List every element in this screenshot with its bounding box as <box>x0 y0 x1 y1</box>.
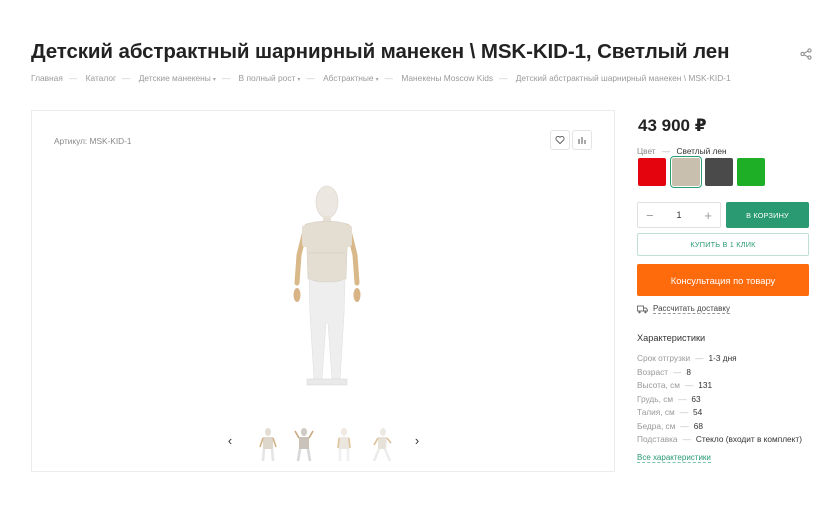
spec-row: Высота, см — 131 <box>637 380 712 390</box>
gallery-prev-button[interactable]: ‹ <box>225 434 235 447</box>
gallery-next-button[interactable]: › <box>412 434 422 447</box>
gallery-thumbnail[interactable] <box>254 427 282 463</box>
spec-value: 1-3 дня <box>708 353 737 363</box>
spec-value: 131 <box>698 380 713 390</box>
spec-value: 68 <box>693 421 703 431</box>
chevron-down-icon[interactable]: ▾ <box>213 77 216 83</box>
product-price: 43 900 ₽ <box>638 116 707 135</box>
color-swatch-dark-gray[interactable] <box>705 158 733 186</box>
spec-row: Возраст — 8 <box>637 367 691 377</box>
color-swatch-red[interactable] <box>638 158 666 186</box>
quantity-decrease-button[interactable]: − <box>646 208 654 223</box>
gallery-thumbnail[interactable] <box>330 427 358 463</box>
breadcrumb: Главная — Каталог — Детские манекены ▾ — В п… <box>31 73 731 83</box>
page-title: Детский абстрактный шарнирный манекен \ … <box>31 40 730 63</box>
spec-row: Бедра, см — 68 <box>637 421 703 431</box>
spec-label: Грудь, см <box>637 394 674 404</box>
bar-chart-icon <box>578 137 586 144</box>
spec-dash: — <box>679 407 689 417</box>
quantity-stepper: − 1 + <box>637 202 721 228</box>
product-main-image[interactable] <box>282 183 372 395</box>
chevron-down-icon[interactable]: ▾ <box>297 77 300 83</box>
color-swatch-light-linen[interactable] <box>670 156 702 188</box>
spec-dash: — <box>673 367 682 377</box>
breadcrumb-moscow-kids[interactable]: Манекены Moscow Kids <box>401 73 493 83</box>
quantity-increase-button[interactable]: + <box>704 208 712 223</box>
buy-one-click-button[interactable]: КУПИТЬ В 1 КЛИК <box>637 233 809 256</box>
spec-label: Срок отгрузки <box>637 353 691 363</box>
consultation-button[interactable]: Консультация по товару <box>637 264 809 296</box>
spec-dash: — <box>680 421 689 431</box>
gallery-thumbnail[interactable] <box>368 427 396 463</box>
breadcrumb-abstract[interactable]: Абстрактные <box>323 73 374 83</box>
spec-dash: — <box>695 353 704 363</box>
spec-value: Стекло (входит в комплект) <box>695 434 802 444</box>
product-gallery: Артикул: MSK-KID-1 ‹ › <box>31 110 615 472</box>
product-sku: Артикул: MSK-KID-1 <box>54 136 132 146</box>
breadcrumb-current: Детский абстрактный шарнирный манекен \ … <box>515 73 731 83</box>
color-label: Цвет — Светлый лен <box>637 146 727 156</box>
spec-row: Талия, см — 54 <box>637 407 702 417</box>
spec-dash: — <box>678 394 687 404</box>
delivery-calc[interactable]: Рассчитать доставку <box>637 304 730 314</box>
spec-row: Срок отгрузки — 1-3 дня <box>637 353 737 363</box>
favorite-button[interactable] <box>550 130 570 150</box>
spec-row: Грудь, см — 63 <box>637 394 701 404</box>
spec-label: Талия, см <box>637 407 675 417</box>
compare-button[interactable] <box>572 130 592 150</box>
breadcrumb-catalog[interactable]: Каталог <box>86 73 116 83</box>
color-label-text: Цвет <box>637 146 656 156</box>
breadcrumb-kids-mannequins[interactable]: Детские манекены <box>139 73 211 83</box>
spec-value: 63 <box>691 394 701 404</box>
spec-dash: — <box>682 434 691 444</box>
heart-icon <box>555 135 565 145</box>
spec-label: Возраст <box>637 367 669 377</box>
delivery-link[interactable]: Рассчитать доставку <box>653 304 730 314</box>
share-icon[interactable] <box>800 48 812 60</box>
color-swatch-green[interactable] <box>737 158 765 186</box>
spec-value: 54 <box>693 407 703 417</box>
color-label-dash: — <box>661 146 671 156</box>
spec-label: Бедра, см <box>637 421 676 431</box>
add-to-cart-button[interactable]: В КОРЗИНУ <box>726 202 809 228</box>
gallery-thumbnail[interactable] <box>290 427 318 463</box>
spec-label: Высота, см <box>637 380 680 390</box>
all-specs-link[interactable]: Все характеристики <box>637 453 711 463</box>
spec-dash: — <box>684 380 694 390</box>
spec-row: Подставка — Стекло (входит в комплект) <box>637 434 802 444</box>
chevron-down-icon[interactable]: ▾ <box>376 77 379 83</box>
breadcrumb-home[interactable]: Главная <box>31 73 63 83</box>
spec-value: 8 <box>686 367 691 377</box>
quantity-input[interactable]: 1 <box>676 210 681 220</box>
specs-title: Характеристики <box>637 333 706 343</box>
spec-label: Подставка <box>637 434 678 444</box>
truck-icon <box>637 305 648 313</box>
breadcrumb-full-height[interactable]: В полный рост <box>239 73 296 83</box>
color-selected-value: Светлый лен <box>676 146 727 156</box>
